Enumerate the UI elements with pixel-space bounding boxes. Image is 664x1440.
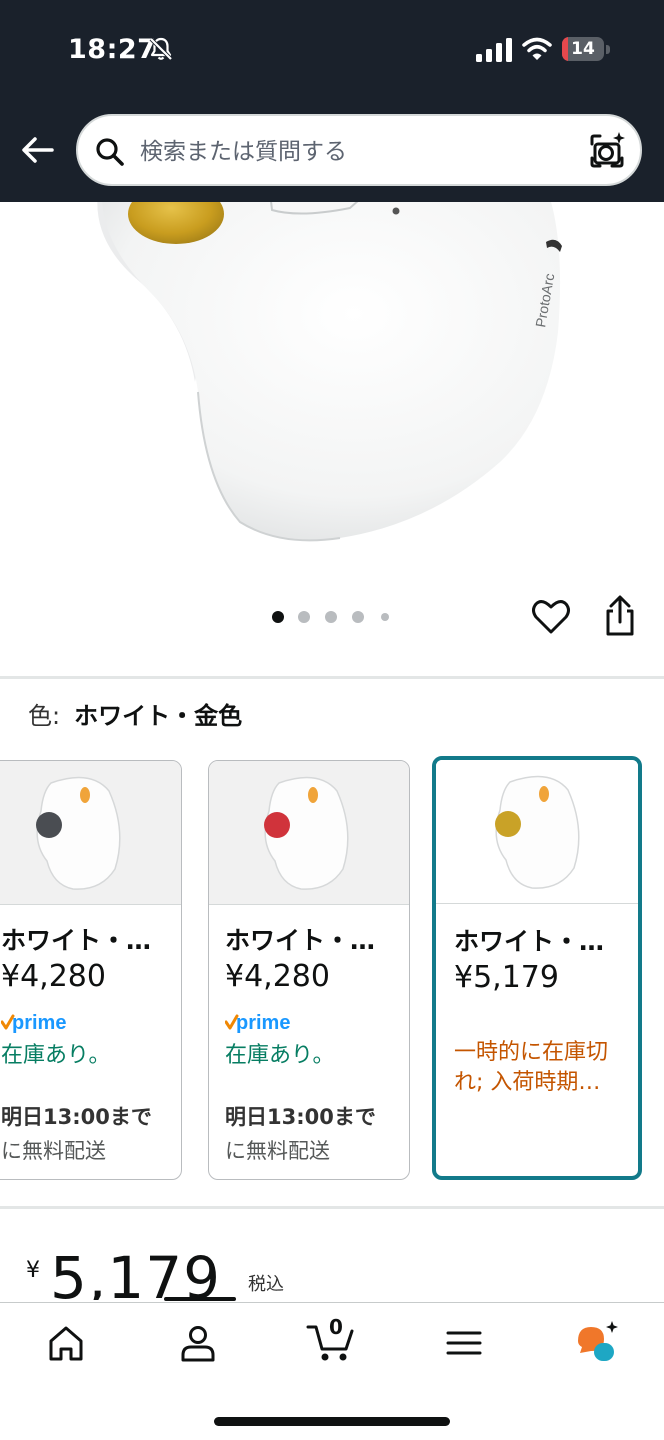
- top-header: 18:27 14 検索または質問する: [0, 0, 664, 202]
- bell-off-icon: [149, 37, 173, 61]
- home-icon[interactable]: [46, 1323, 86, 1363]
- swatch-name: ホワイト・…: [225, 926, 376, 955]
- cart-count: 0: [329, 1315, 343, 1339]
- section-divider: [0, 1206, 664, 1209]
- share-icon[interactable]: [600, 594, 640, 638]
- price-tax-note: 税込: [248, 1274, 284, 1295]
- page-dot: [352, 611, 364, 623]
- page-dot: [381, 613, 389, 621]
- swatch-name: ホワイト・…: [454, 927, 605, 956]
- home-indicator: [214, 1417, 450, 1426]
- battery-indicator: 14: [562, 37, 610, 61]
- product-image: ProtoArc: [97, 202, 562, 542]
- variation-row: 色: ホワイト・金色: [28, 700, 242, 732]
- camera-lens-icon[interactable]: [586, 130, 628, 172]
- swatch-thumbnail: [209, 761, 409, 905]
- variation-label: 色:: [28, 702, 61, 730]
- product-image-gallery[interactable]: ProtoArc: [0, 202, 664, 592]
- rufus-ai-icon[interactable]: [574, 1319, 620, 1365]
- section-divider: [0, 676, 664, 679]
- heart-icon[interactable]: [530, 596, 572, 638]
- page-dot: [325, 611, 337, 623]
- status-bar: 18:27 14: [0, 0, 664, 100]
- swatch-card-black[interactable]: ホワイト・… ¥4,280 prime 在庫あり。 明日13:00まで に無料配…: [0, 760, 182, 1180]
- wifi-icon: [522, 37, 552, 60]
- search-placeholder: 検索または質問する: [140, 139, 347, 165]
- swatch-delivery-date: 明日13:00まで: [225, 1105, 376, 1129]
- prime-badge-icon: prime: [225, 1012, 290, 1034]
- page-dot: [298, 611, 310, 623]
- swatch-stock-status: 一時的に在庫切れ; 入荷時期…: [454, 1040, 609, 1095]
- cell-signal-icon: [476, 38, 512, 62]
- swatch-thumbnail: [0, 761, 181, 905]
- swatch-delivery-note: に無料配送: [225, 1139, 330, 1163]
- swatch-name: ホワイト・…: [1, 926, 152, 955]
- swatch-delivery-note: に無料配送: [1, 1139, 106, 1163]
- variation-selected: ホワイト・金色: [74, 702, 243, 730]
- battery-level: 14: [571, 39, 595, 59]
- swatch-delivery-date: 明日13:00まで: [1, 1105, 152, 1129]
- price-display: ¥ 5,179 税込: [26, 1240, 426, 1300]
- prime-badge-icon: prime: [1, 1012, 66, 1034]
- status-time: 18:27: [68, 34, 157, 65]
- swatch-thumbnail: [436, 760, 638, 904]
- search-input[interactable]: 検索または質問する: [76, 114, 642, 186]
- bottom-nav-underline: [164, 1297, 236, 1301]
- swatch-stock-status: 在庫あり。: [1, 1043, 111, 1068]
- home-indicator-area: [2, 1399, 3, 1400]
- swatch-price: ¥4,280: [225, 959, 330, 994]
- swatch-stock-status: 在庫あり。: [225, 1043, 335, 1068]
- page-dot-active: [272, 611, 284, 623]
- price-amount: 5,179: [50, 1244, 222, 1300]
- svg-text:prime: prime: [236, 1012, 290, 1034]
- back-arrow-icon[interactable]: [18, 130, 58, 170]
- menu-icon[interactable]: [444, 1323, 484, 1363]
- swatch-card-gold-selected[interactable]: ホワイト・… ¥5,179 一時的に在庫切れ; 入荷時期…: [432, 756, 642, 1180]
- swatch-price: ¥5,179: [454, 960, 559, 995]
- cart-button[interactable]: 0: [306, 1315, 358, 1363]
- swatch-price: ¥4,280: [1, 959, 106, 994]
- search-icon: [96, 138, 124, 166]
- swatch-card-red[interactable]: ホワイト・… ¥4,280 prime 在庫あり。 明日13:00まで に無料配…: [208, 760, 410, 1180]
- svg-text:prime: prime: [12, 1012, 66, 1034]
- account-icon[interactable]: [178, 1323, 218, 1363]
- price-currency: ¥: [26, 1258, 40, 1283]
